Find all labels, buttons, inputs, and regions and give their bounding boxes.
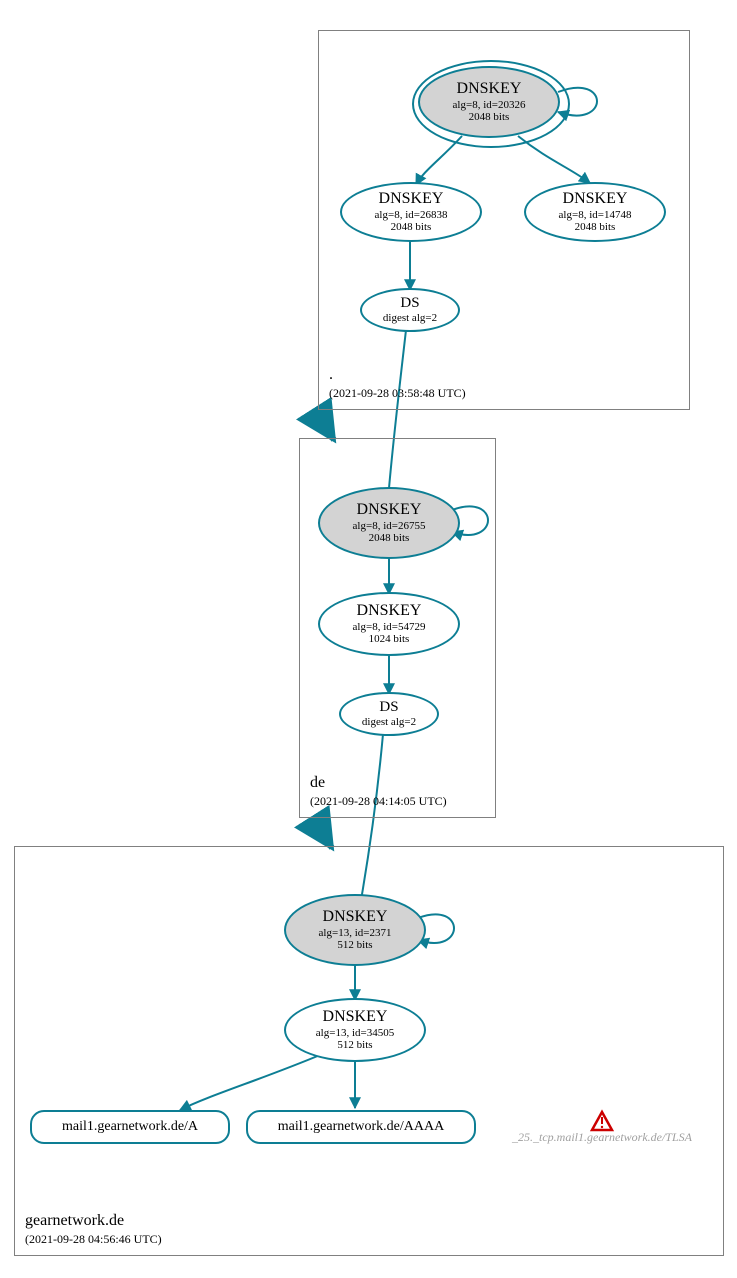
zone-root-name: . [329, 366, 466, 384]
node-root-ksk-l1: alg=8, id=20326 [453, 99, 526, 112]
node-de-ksk-l2: 2048 bits [369, 532, 410, 545]
node-root-ds-l1: digest alg=2 [383, 312, 437, 325]
node-root-zsk1-l1: alg=8, id=26838 [375, 209, 448, 222]
node-de-ds: DS digest alg=2 [339, 692, 439, 736]
node-rr-aaaa: mail1.gearnetwork.de/AAAA [246, 1110, 476, 1144]
node-root-ksk-title: DNSKEY [457, 80, 522, 98]
node-de-zsk-l2: 1024 bits [369, 633, 410, 646]
zone-root-label: . (2021-09-28 03:58:48 UTC) [329, 366, 466, 401]
zone-gear-name: gearnetwork.de [25, 1212, 162, 1230]
node-gear-ksk-l1: alg=13, id=2371 [319, 927, 392, 940]
node-de-ksk: DNSKEY alg=8, id=26755 2048 bits [318, 487, 460, 559]
node-gear-zsk-l2: 512 bits [337, 1039, 372, 1052]
node-gear-ksk-title: DNSKEY [323, 908, 388, 926]
node-root-zsk2-l1: alg=8, id=14748 [559, 209, 632, 222]
node-root-ksk: DNSKEY alg=8, id=20326 2048 bits [418, 66, 560, 138]
zone-gear-label: gearnetwork.de (2021-09-28 04:56:46 UTC) [25, 1212, 162, 1247]
node-de-ds-l1: digest alg=2 [362, 716, 416, 729]
node-de-zsk-l1: alg=8, id=54729 [353, 621, 426, 634]
zone-de-time: (2021-09-28 04:14:05 UTC) [310, 794, 447, 809]
node-gear-zsk-l1: alg=13, id=34505 [316, 1027, 394, 1040]
node-gear-zsk: DNSKEY alg=13, id=34505 512 bits [284, 998, 426, 1062]
node-rr-tlsa: _25._tcp.mail1.gearnetwork.de/TLSA [490, 1128, 714, 1148]
node-de-ds-title: DS [379, 699, 398, 716]
node-de-zsk: DNSKEY alg=8, id=54729 1024 bits [318, 592, 460, 656]
node-de-ksk-title: DNSKEY [357, 501, 422, 519]
node-gear-ksk: DNSKEY alg=13, id=2371 512 bits [284, 894, 426, 966]
node-root-zsk1: DNSKEY alg=8, id=26838 2048 bits [340, 182, 482, 242]
node-de-ksk-l1: alg=8, id=26755 [353, 520, 426, 533]
node-root-zsk1-l2: 2048 bits [391, 221, 432, 234]
node-root-zsk2-title: DNSKEY [563, 190, 628, 208]
node-rr-aaaa-label: mail1.gearnetwork.de/AAAA [278, 1119, 444, 1135]
node-root-zsk2: DNSKEY alg=8, id=14748 2048 bits [524, 182, 666, 242]
zone-gear-time: (2021-09-28 04:56:46 UTC) [25, 1232, 162, 1247]
node-root-ksk-l2: 2048 bits [469, 111, 510, 124]
diagram-canvas: . (2021-09-28 03:58:48 UTC) DNSKEY alg=8… [0, 0, 737, 1278]
node-root-zsk1-title: DNSKEY [379, 190, 444, 208]
node-root-ds: DS digest alg=2 [360, 288, 460, 332]
node-rr-tlsa-label: _25._tcp.mail1.gearnetwork.de/TLSA [512, 1131, 692, 1145]
node-rr-a-label: mail1.gearnetwork.de/A [62, 1119, 198, 1135]
node-gear-zsk-title: DNSKEY [323, 1008, 388, 1026]
zone-de-name: de [310, 774, 447, 792]
node-de-zsk-title: DNSKEY [357, 602, 422, 620]
node-gear-ksk-l2: 512 bits [337, 939, 372, 952]
node-rr-a: mail1.gearnetwork.de/A [30, 1110, 230, 1144]
zone-de-label: de (2021-09-28 04:14:05 UTC) [310, 774, 447, 809]
node-root-zsk2-l2: 2048 bits [575, 221, 616, 234]
node-root-ds-title: DS [400, 295, 419, 312]
zone-root-time: (2021-09-28 03:58:48 UTC) [329, 386, 466, 401]
